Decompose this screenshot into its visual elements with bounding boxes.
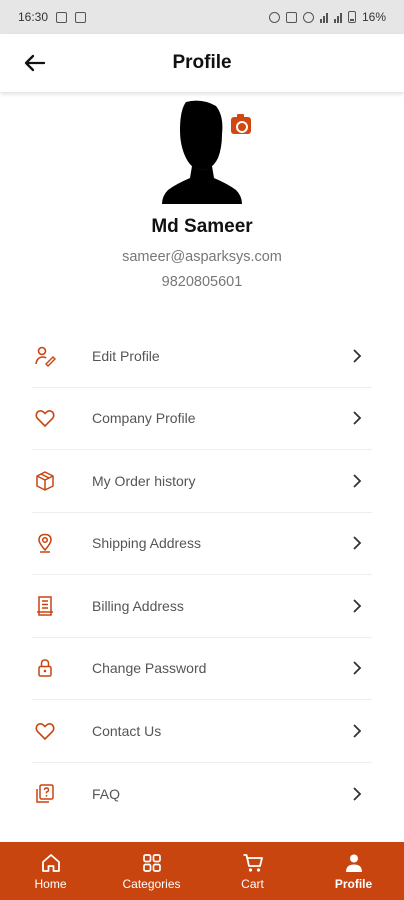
lock-icon [34, 657, 56, 679]
menu-item-label: My Order history [92, 472, 196, 489]
profile-menu: Edit Profile Company Profile My Order hi… [32, 325, 372, 825]
nav-label: Categories [122, 876, 181, 891]
menu-item-label: Change Password [92, 660, 207, 677]
avatar [162, 100, 242, 204]
user-name: Md Sameer [151, 216, 253, 237]
chevron-right-icon [353, 724, 362, 738]
box-icon [34, 470, 56, 492]
menu-item-label: Edit Profile [92, 347, 160, 364]
menu-item-billing-address[interactable]: Billing Address [32, 575, 372, 638]
menu-item-edit-profile[interactable]: Edit Profile [32, 325, 372, 388]
alarm-icon [268, 11, 280, 23]
menu-item-change-password[interactable]: Change Password [32, 638, 372, 700]
menu-item-label: FAQ [92, 785, 121, 802]
user-phone: 9820805601 [161, 274, 243, 290]
menu-item-label: Contact Us [92, 722, 162, 739]
chevron-right-icon [353, 536, 362, 550]
chevron-right-icon [353, 787, 362, 801]
chevron-right-icon [353, 599, 362, 613]
nav-label: Cart [241, 876, 264, 891]
menu-item-shipping-address[interactable]: Shipping Address [32, 513, 372, 575]
chevron-right-icon [353, 661, 362, 675]
nav-label: Home [34, 876, 67, 891]
cart-icon [243, 853, 263, 872]
battery-percent: 16% [361, 10, 386, 24]
back-button[interactable] [22, 50, 48, 76]
chevron-right-icon [353, 411, 362, 425]
bottom-nav: Home Categories Cart Profile [0, 842, 404, 900]
nav-label: Profile [334, 876, 373, 891]
user-edit-icon [34, 345, 56, 367]
chevron-right-icon [353, 349, 362, 363]
nav-categories[interactable]: Categories [101, 842, 202, 900]
status-bar: 16:30 16% [0, 0, 404, 34]
vibrate-icon [285, 11, 297, 23]
signal-icon [319, 12, 328, 23]
camera-button[interactable] [231, 114, 251, 134]
notification-icon [75, 11, 87, 23]
page-title: Profile [172, 52, 232, 73]
person-icon [345, 854, 362, 872]
menu-item-label: Company Profile [92, 410, 196, 427]
nav-home[interactable]: Home [0, 842, 101, 900]
app-bar: Profile [0, 34, 404, 92]
arrow-left-icon [24, 54, 46, 72]
puzzle-icon [56, 11, 68, 23]
location-pin-icon [34, 532, 56, 554]
menu-item-label: Billing Address [92, 597, 184, 614]
heart-icon [34, 407, 56, 429]
nav-profile[interactable]: Profile [303, 842, 404, 900]
home-icon [41, 853, 60, 872]
grid-icon [142, 853, 161, 872]
receipt-icon [34, 595, 56, 617]
menu-item-order-history[interactable]: My Order history [32, 450, 372, 513]
heart-icon [34, 720, 56, 742]
menu-item-label: Shipping Address [92, 535, 201, 552]
menu-item-company-profile[interactable]: Company Profile [32, 388, 372, 450]
menu-item-contact-us[interactable]: Contact Us [32, 700, 372, 763]
question-icon [34, 783, 56, 805]
user-email: sameer@asparksys.com [122, 249, 282, 265]
wifi-icon [302, 11, 314, 23]
person-silhouette-icon [162, 100, 242, 204]
chevron-right-icon [353, 474, 362, 488]
nav-cart[interactable]: Cart [202, 842, 303, 900]
status-time: 16:30 [18, 10, 49, 24]
signal-icon-2 [333, 12, 342, 23]
battery-icon [347, 11, 356, 23]
menu-item-faq[interactable]: FAQ [32, 763, 372, 826]
